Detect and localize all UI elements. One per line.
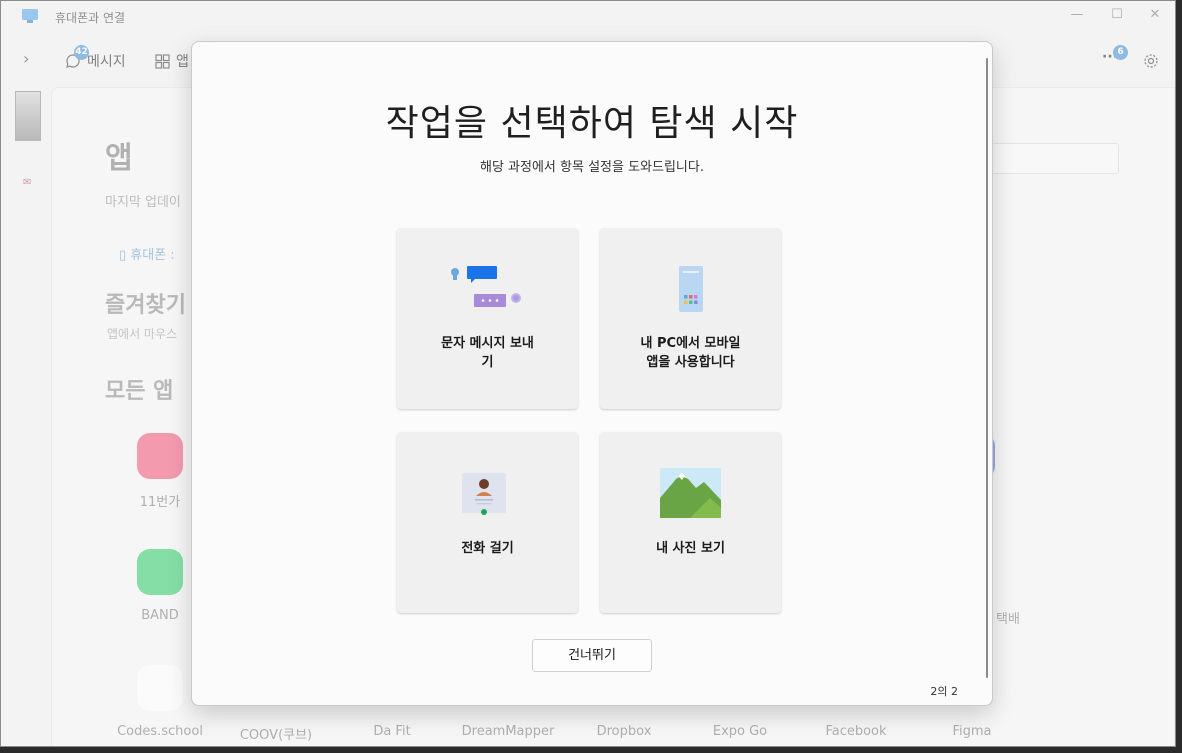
app-window: 휴대폰과 연결 — ☐ ✕ › 메시지 42 앱 ··· 6 ✉ 앱 마지막 업… xyxy=(0,0,1176,747)
phone-apps-illustration-icon xyxy=(679,266,703,312)
card-send-messages[interactable]: 문자 메시지 보내 기 xyxy=(397,228,578,409)
card-use-mobile-apps-label: 내 PC에서 모바일 앱을 사용합니다 xyxy=(620,334,761,372)
card-send-messages-label: 문자 메시지 보내 기 xyxy=(417,334,558,372)
card-view-photos[interactable]: 내 사진 보기 xyxy=(600,432,781,613)
card-send-messages-line1: 문자 메시지 보내 xyxy=(441,336,534,351)
card-use-mobile-apps-line2: 앱을 사용합니다 xyxy=(646,355,735,370)
card-use-mobile-apps-line1: 내 PC에서 모바일 xyxy=(640,336,741,351)
skip-button[interactable]: 건너뛰기 xyxy=(532,639,652,672)
card-view-photos-label: 내 사진 보기 xyxy=(656,541,725,556)
onboarding-dialog: 작업을 선택하여 탐색 시작 해당 과정에서 항목 설정을 도와드립니다. 문자… xyxy=(191,41,993,706)
dialog-scrollbar[interactable] xyxy=(986,58,988,678)
dialog-title: 작업을 선택하여 탐색 시작 xyxy=(385,103,799,144)
photo-landscape-illustration-icon xyxy=(660,468,721,518)
contact-call-illustration-icon xyxy=(462,473,506,515)
card-send-messages-line2: 기 xyxy=(481,355,494,370)
card-use-mobile-apps[interactable]: 내 PC에서 모바일 앱을 사용합니다 xyxy=(600,228,781,409)
dialog-subtitle: 해당 과정에서 항목 설정을 도와드립니다. xyxy=(480,160,704,175)
messages-illustration-icon xyxy=(451,266,521,307)
card-make-calls[interactable]: 전화 걸기 xyxy=(397,432,578,613)
card-make-calls-label: 전화 걸기 xyxy=(461,541,514,556)
page-indicator: 2의 2 xyxy=(930,685,958,698)
